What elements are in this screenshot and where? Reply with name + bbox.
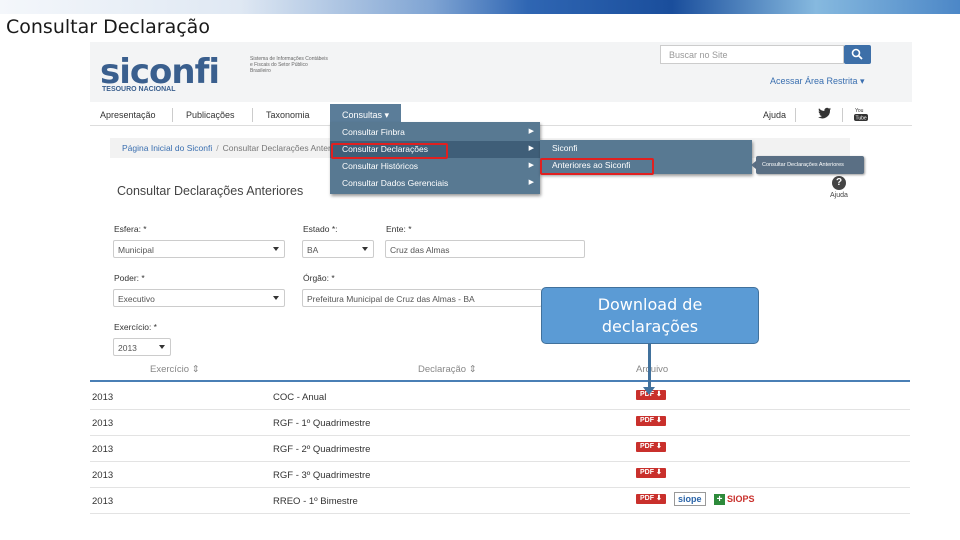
download-callout: Download de declarações	[541, 287, 759, 344]
cell-year: 2013	[92, 496, 114, 507]
logo-subtitle: Sistema de Informações Contábeis e Fisca…	[250, 56, 328, 74]
menu-item-consultar-historicos[interactable]: Consultar Históricos ▶	[330, 158, 540, 175]
nav-separator	[172, 108, 173, 122]
cell-declaration: RREO - 1º Bimestre	[273, 496, 358, 507]
column-header-exercicio[interactable]: Exercício ⇕	[150, 364, 200, 375]
callout-arrow-head	[643, 387, 655, 395]
search-input[interactable]: Buscar no Site	[660, 45, 844, 64]
ente-label: Ente: *	[386, 224, 412, 234]
poder-select[interactable]: Executivo	[113, 289, 285, 307]
slide: Consultar Declaração siconfi Sistema de …	[0, 0, 960, 540]
chevron-down-icon	[159, 345, 165, 349]
youtube-icon[interactable]: You Tube	[854, 106, 868, 122]
menu-item-label: Consultar Históricos	[342, 161, 419, 171]
header-decoration	[0, 0, 960, 14]
callout-line-1: Download de	[597, 295, 703, 314]
siope-logo-link[interactable]: siope	[674, 492, 706, 506]
callout-line-2: declarações	[601, 317, 699, 336]
help-label[interactable]: Ajuda	[830, 192, 848, 199]
chevron-right-icon: ▶	[528, 162, 534, 169]
pdf-download-button[interactable]: PDF ⬇	[636, 442, 666, 452]
cell-declaration: RGF - 2º Quadrimestre	[273, 444, 371, 455]
chevron-right-icon: ▶	[528, 128, 534, 135]
siops-logo-link[interactable]: + SIOPS	[714, 492, 755, 506]
chevron-right-icon: ▶	[528, 179, 534, 186]
search-icon	[851, 48, 863, 60]
table-row: 2013 RREO - 1º Bimestre PDF ⬇ siope + SIO…	[90, 488, 910, 514]
pdf-download-button[interactable]: PDF ⬇	[636, 494, 666, 504]
pdf-download-button[interactable]: PDF ⬇	[636, 416, 666, 426]
restricted-area-link[interactable]: Acessar Área Restrita ▾	[770, 76, 865, 87]
highlight-box-anteriores	[540, 158, 654, 175]
cell-year: 2013	[92, 444, 114, 455]
exercicio-label: Exercício: *	[114, 322, 157, 332]
estado-label: Estado *:	[303, 224, 338, 234]
siops-cross-icon: +	[714, 494, 725, 505]
siconfi-screenshot: siconfi Sistema de Informações Contábeis…	[90, 42, 912, 520]
nav-item-ajuda[interactable]: Ajuda	[763, 104, 786, 126]
cell-declaration: COC - Anual	[273, 392, 327, 403]
column-header-arquivo: Arquivo	[636, 364, 669, 375]
nav-item-apresentacao[interactable]: Apresentação	[100, 104, 156, 126]
chevron-down-icon	[273, 247, 279, 251]
highlight-box-declaracoes	[331, 143, 448, 159]
menu-item-consultar-finbra[interactable]: Consultar Finbra ▶	[330, 124, 540, 141]
cell-year: 2013	[92, 418, 114, 429]
slide-title: Consultar Declaração	[6, 16, 210, 38]
nav-item-taxonomia[interactable]: Taxonomia	[266, 104, 310, 126]
orgao-select[interactable]: Prefeitura Municipal de Cruz das Almas -…	[302, 289, 542, 307]
orgao-label: Órgão: *	[303, 273, 335, 283]
breadcrumb-separator: /	[216, 143, 219, 153]
esfera-label: Esfera: *	[114, 224, 147, 234]
table-row: 2013 COC - Anual PDF ⬇	[90, 384, 910, 410]
cell-year: 2013	[92, 470, 114, 481]
menu-item-label: Consultar Dados Gerenciais	[342, 178, 449, 188]
twitter-icon[interactable]	[818, 106, 832, 120]
ente-input[interactable]: Cruz das Almas	[385, 240, 585, 258]
nav-item-publicacoes[interactable]: Publicações	[186, 104, 235, 126]
table-row: 2013 RGF - 1º Quadrimestre PDF ⬇	[90, 410, 910, 436]
chevron-right-icon: ▶	[528, 145, 534, 152]
svg-text:You: You	[855, 108, 864, 114]
cell-year: 2013	[92, 392, 114, 403]
exercicio-select[interactable]: 2013	[113, 338, 171, 356]
siops-label: SIOPS	[727, 494, 755, 504]
estado-value: BA	[307, 245, 319, 255]
cell-declaration: RGF - 1º Quadrimestre	[273, 418, 371, 429]
poder-label: Poder: *	[114, 273, 145, 283]
search-button[interactable]	[844, 45, 871, 64]
menu-item-label: Consultar Finbra	[342, 127, 405, 137]
nav-separator	[252, 108, 253, 122]
callout-arrow-stem	[648, 344, 651, 389]
table-row: 2013 RGF - 2º Quadrimestre PDF ⬇	[90, 436, 910, 462]
cell-declaration: RGF - 3º Quadrimestre	[273, 470, 371, 481]
page-title: Consultar Declarações Anteriores	[117, 184, 304, 198]
esfera-select[interactable]: Municipal	[113, 240, 285, 258]
table-header-rule	[90, 380, 910, 382]
help-icon[interactable]: ?	[832, 176, 846, 190]
exercicio-value: 2013	[118, 343, 137, 353]
nav-separator	[795, 108, 796, 122]
svg-text:Tube: Tube	[856, 116, 867, 122]
nav-separator	[842, 108, 843, 122]
site-header: siconfi Sistema de Informações Contábeis…	[90, 42, 912, 102]
pdf-download-button[interactable]: PDF ⬇	[636, 468, 666, 478]
tooltip: Consultar Declarações Anteriores	[756, 156, 864, 174]
menu-item-siconfi[interactable]: Siconfi	[540, 140, 752, 157]
menu-item-consultar-dados-gerenciais[interactable]: Consultar Dados Gerenciais ▶	[330, 175, 540, 192]
breadcrumb-home[interactable]: Página Inicial do Siconfi	[122, 143, 212, 153]
estado-select[interactable]: BA	[302, 240, 374, 258]
chevron-down-icon	[362, 247, 368, 251]
chevron-down-icon	[273, 296, 279, 300]
table-row: 2013 RGF - 3º Quadrimestre PDF ⬇	[90, 462, 910, 488]
tesouro-nacional-label: TESOURO NACIONAL	[102, 86, 176, 93]
column-header-declaracao[interactable]: Declaração ⇕	[418, 364, 477, 375]
esfera-value: Municipal	[118, 245, 154, 255]
poder-value: Executivo	[118, 294, 155, 304]
